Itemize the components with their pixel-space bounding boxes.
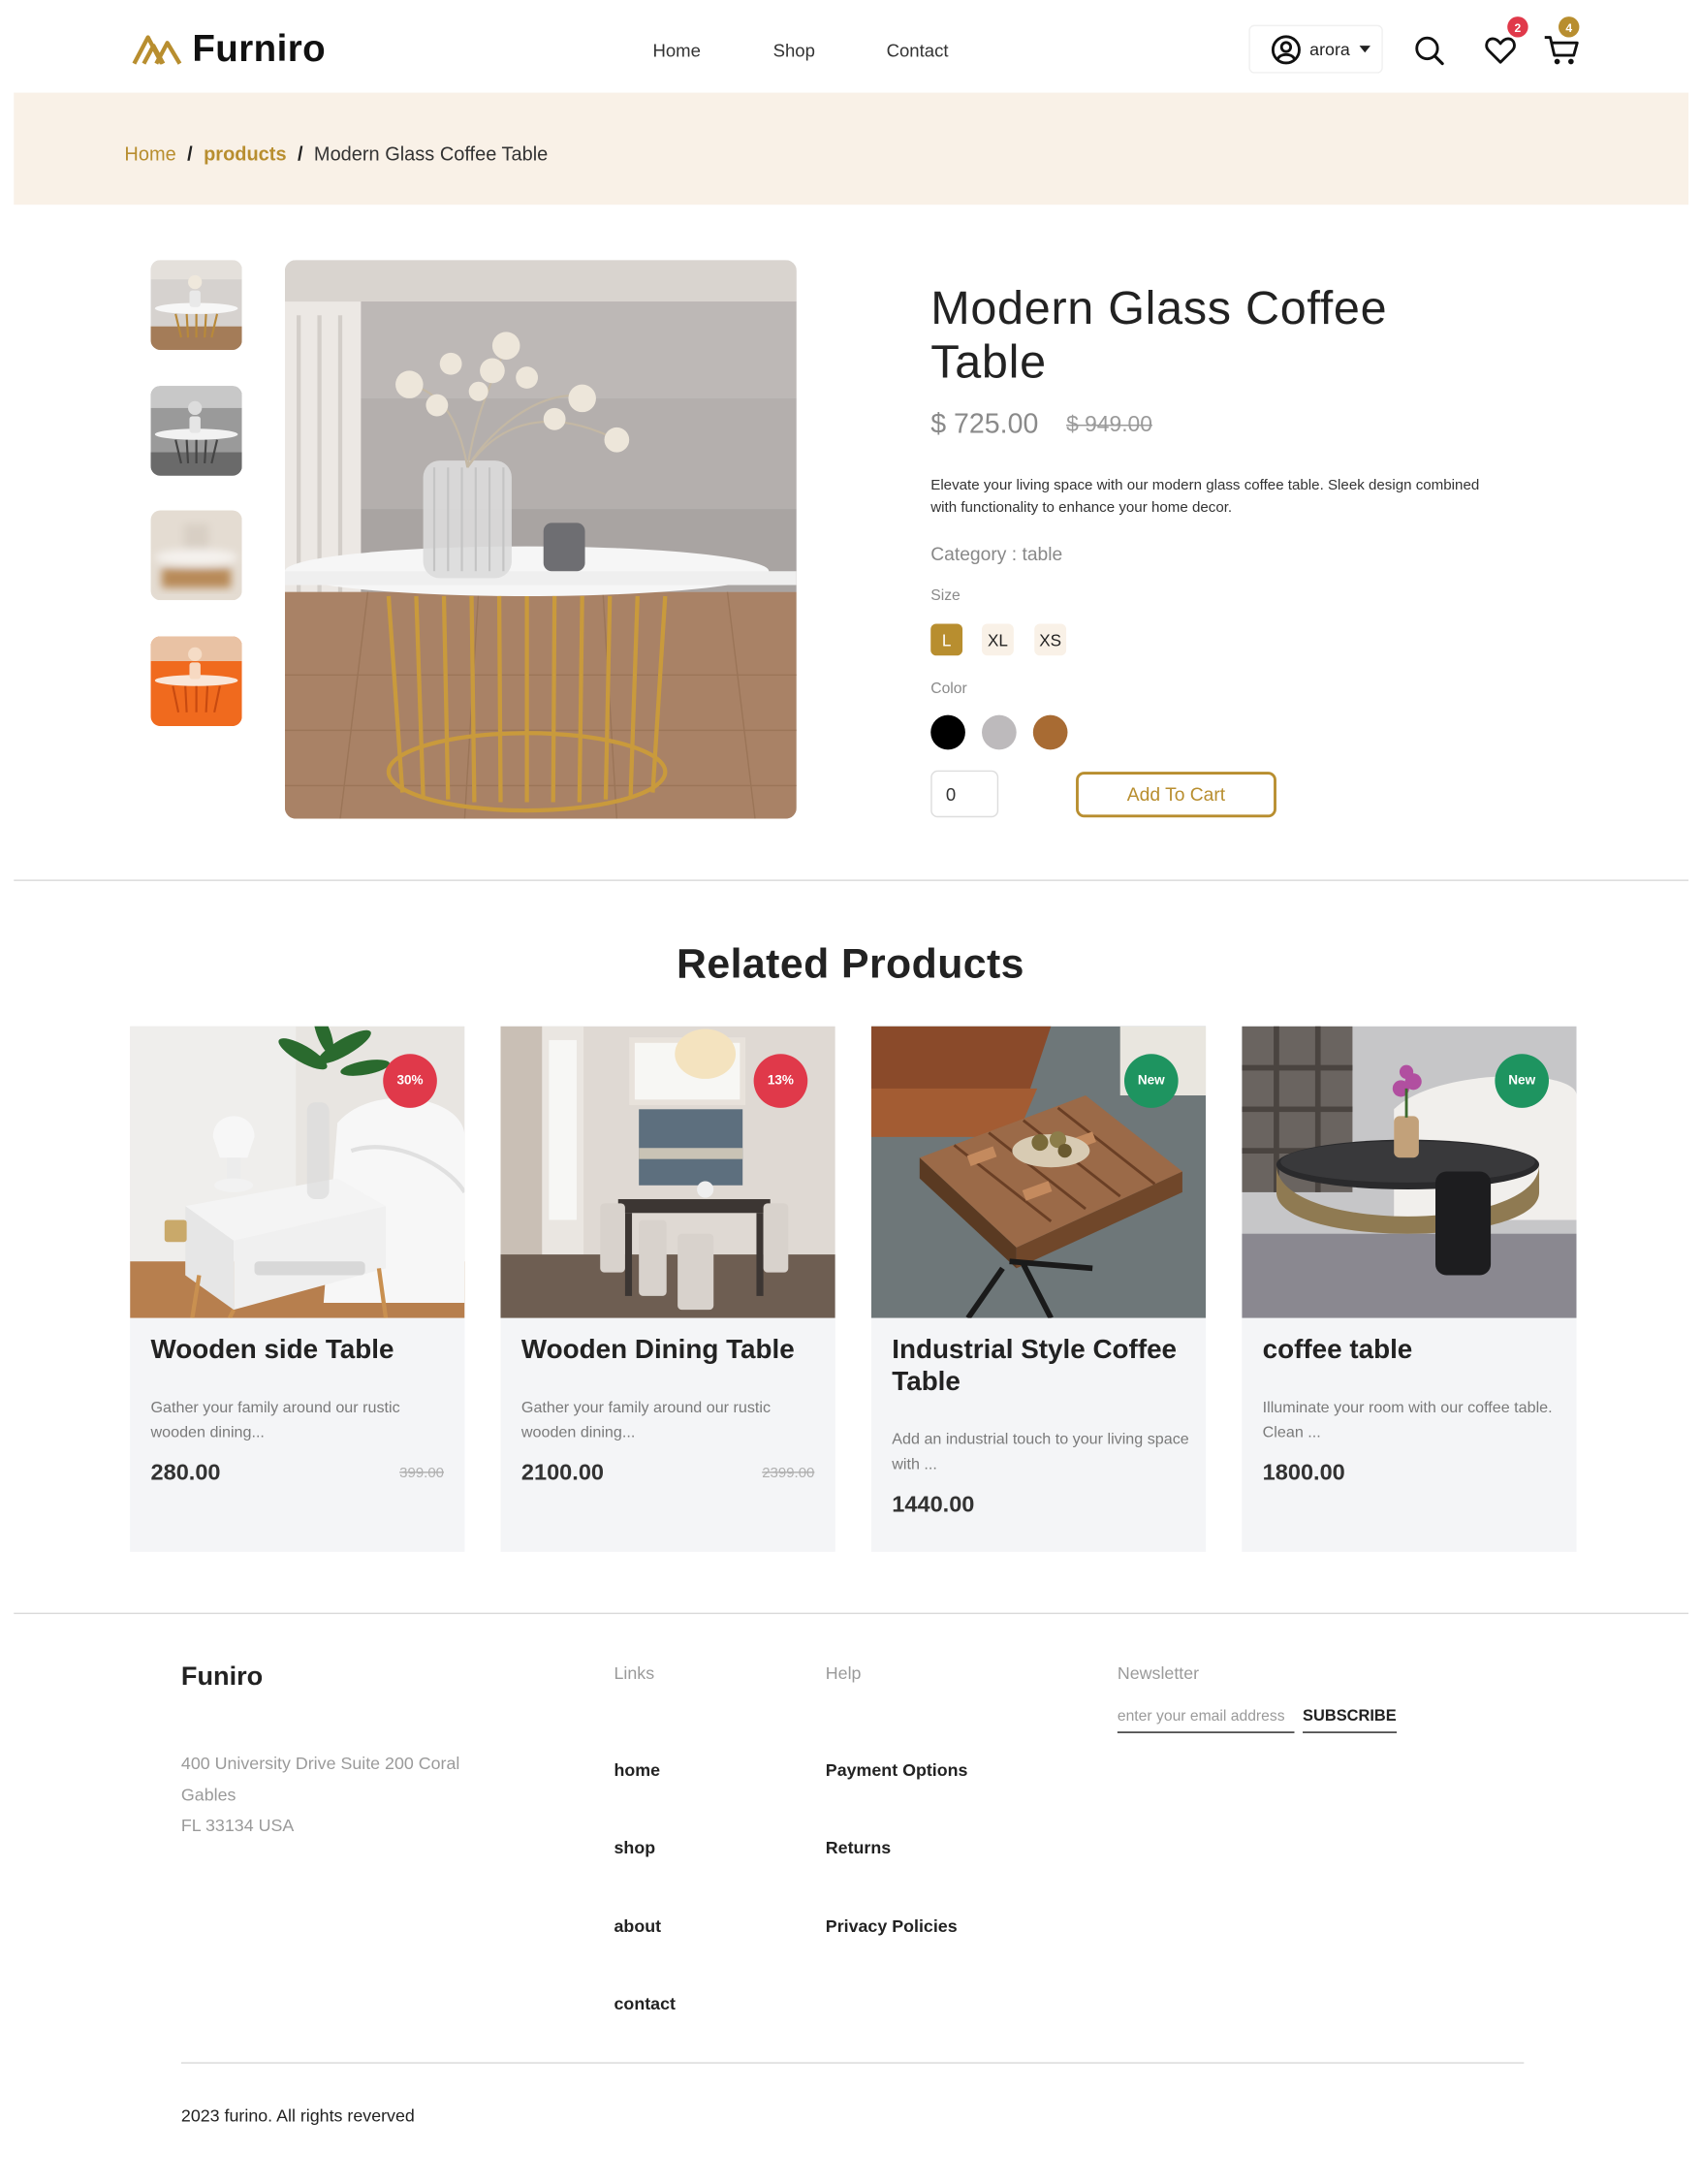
footer-help-privacy[interactable]: Privacy Policies xyxy=(826,1917,958,1937)
brand-logo[interactable]: Furniro xyxy=(132,28,327,71)
footer-divider xyxy=(14,1612,1689,1615)
footer-help-payment[interactable]: Payment Options xyxy=(826,1760,968,1780)
product-card-image: 13% xyxy=(500,1026,835,1318)
subscribe-button[interactable]: SUBSCRIBE xyxy=(1303,1708,1397,1733)
chevron-down-icon xyxy=(1359,46,1371,53)
footer-link-home[interactable]: home xyxy=(614,1760,660,1780)
quantity-input[interactable]: 0 xyxy=(930,770,999,818)
discount-badge: 30% xyxy=(383,1054,437,1108)
thumbnail-image xyxy=(150,636,242,727)
breadcrumb: Home / products / Modern Glass Coffee Ta… xyxy=(124,142,548,165)
footer-link-contact[interactable]: contact xyxy=(614,1994,675,2013)
product-card-name: coffee table xyxy=(1262,1334,1413,1366)
product-card-image: New xyxy=(870,1026,1207,1318)
product-card-name: Wooden side Table xyxy=(150,1334,394,1366)
product-card[interactable]: New coffee table Illuminate your room wi… xyxy=(1242,1026,1577,1552)
product-title: Modern Glass Coffee Table xyxy=(930,282,1388,389)
footer-address: 400 University Drive Suite 200 Coral Gab… xyxy=(181,1748,513,1841)
product-card-old-price: 399.00 xyxy=(399,1464,445,1482)
user-icon xyxy=(1271,34,1301,64)
thumbnail-image xyxy=(150,260,242,350)
user-menu[interactable]: arora xyxy=(1248,24,1383,74)
copyright: 2023 furino. All rights reverved xyxy=(180,2106,415,2126)
discount-badge: 13% xyxy=(753,1054,808,1108)
user-name: arora xyxy=(1309,39,1350,59)
footer-link-shop[interactable]: shop xyxy=(614,1838,655,1857)
product-card-description: Gather your family around our rustic woo… xyxy=(150,1399,400,1441)
footer-newsletter-heading: Newsletter xyxy=(1117,1663,1200,1684)
thumbnail-4[interactable] xyxy=(150,636,242,727)
heart-icon[interactable] xyxy=(1484,35,1517,65)
footer-address-line: 400 University Drive Suite 200 Coral xyxy=(180,1754,460,1774)
product-card-price: 280.00 xyxy=(150,1460,221,1486)
size-option-xl[interactable]: XL xyxy=(982,623,1014,656)
related-products-title: Related Products xyxy=(677,941,1024,988)
breadcrumb-products[interactable]: products xyxy=(204,142,286,165)
product-price: $ 725.00 xyxy=(930,409,1039,440)
product-card[interactable]: 13% Wooden Dining Table Gather your fami… xyxy=(500,1026,835,1552)
brand-name: Furniro xyxy=(192,27,327,70)
footer-brand: Funiro xyxy=(180,1662,264,1692)
color-swatch-brown[interactable] xyxy=(1032,714,1068,750)
size-label: Size xyxy=(930,587,961,605)
wishlist-count-badge: 2 xyxy=(1507,16,1528,38)
product-card-description: Illuminate your room with our coffee tab… xyxy=(1262,1399,1553,1441)
product-image xyxy=(284,260,797,819)
footer-help-returns[interactable]: Returns xyxy=(826,1838,891,1857)
search-icon[interactable] xyxy=(1413,35,1445,67)
newsletter-email-input[interactable]: enter your email address xyxy=(1117,1708,1295,1733)
product-card-price: 1800.00 xyxy=(1262,1460,1345,1486)
product-card-description: Add an industrial touch to your living s… xyxy=(892,1431,1189,1473)
footer-help-heading: Help xyxy=(825,1663,862,1684)
section-divider xyxy=(14,879,1689,881)
product-card[interactable]: New Industrial Style Coffee Table Add an… xyxy=(870,1026,1207,1552)
new-badge: New xyxy=(1123,1054,1179,1108)
cart-count-badge: 4 xyxy=(1559,16,1580,38)
footer-address-line: FL 33134 USA xyxy=(180,1816,295,1836)
product-category: Category : table xyxy=(930,544,1062,564)
product-main-image xyxy=(284,260,797,819)
thumbnail-3[interactable] xyxy=(150,510,242,601)
category-value: table xyxy=(1022,543,1063,565)
cart-icon[interactable] xyxy=(1543,35,1579,67)
category-label: Category : xyxy=(930,543,1018,565)
product-card-name: Wooden Dining Table xyxy=(520,1334,795,1366)
product-card[interactable]: 30% Wooden side Table Gather your family… xyxy=(130,1026,465,1552)
thumbnail-1[interactable] xyxy=(150,260,242,350)
product-old-price: $ 949.00 xyxy=(1066,413,1152,437)
product-card-image: 30% xyxy=(130,1026,465,1318)
product-card-description: Gather your family around our rustic woo… xyxy=(520,1399,772,1441)
product-description: Elevate your living space with our moder… xyxy=(930,477,1480,517)
product-card-price: 1440.00 xyxy=(892,1492,975,1518)
nav-contact[interactable]: Contact xyxy=(887,40,949,60)
breadcrumb-separator: / xyxy=(297,142,303,165)
product-card-old-price: 2399.00 xyxy=(762,1464,815,1482)
color-swatch-gray[interactable] xyxy=(982,714,1017,750)
product-card-price: 2100.00 xyxy=(520,1460,605,1486)
size-option-l[interactable]: L xyxy=(930,623,963,656)
breadcrumb-separator: / xyxy=(187,142,193,165)
footer-bottom-divider xyxy=(180,2062,1525,2064)
new-badge: New xyxy=(1495,1054,1550,1108)
thumbnail-2[interactable] xyxy=(150,386,242,476)
breadcrumb-home[interactable]: Home xyxy=(124,142,175,165)
add-to-cart-button[interactable]: Add To Cart xyxy=(1076,772,1276,818)
thumbnail-image xyxy=(150,510,242,601)
footer-links-heading: Links xyxy=(614,1663,655,1684)
footer-address-line: Gables xyxy=(180,1785,236,1805)
color-label: Color xyxy=(930,680,967,698)
color-swatch-black[interactable] xyxy=(930,714,965,750)
nav-shop[interactable]: Shop xyxy=(773,40,815,60)
nav-home[interactable]: Home xyxy=(652,40,700,60)
size-option-xs[interactable]: XS xyxy=(1034,623,1067,656)
breadcrumb-current: Modern Glass Coffee Table xyxy=(313,142,549,165)
thumbnail-image xyxy=(150,386,242,476)
product-card-name: Industrial Style Coffee Table xyxy=(892,1334,1178,1398)
footer-link-about[interactable]: about xyxy=(614,1917,661,1937)
logo-icon xyxy=(132,34,182,65)
product-card-image: New xyxy=(1242,1026,1577,1318)
